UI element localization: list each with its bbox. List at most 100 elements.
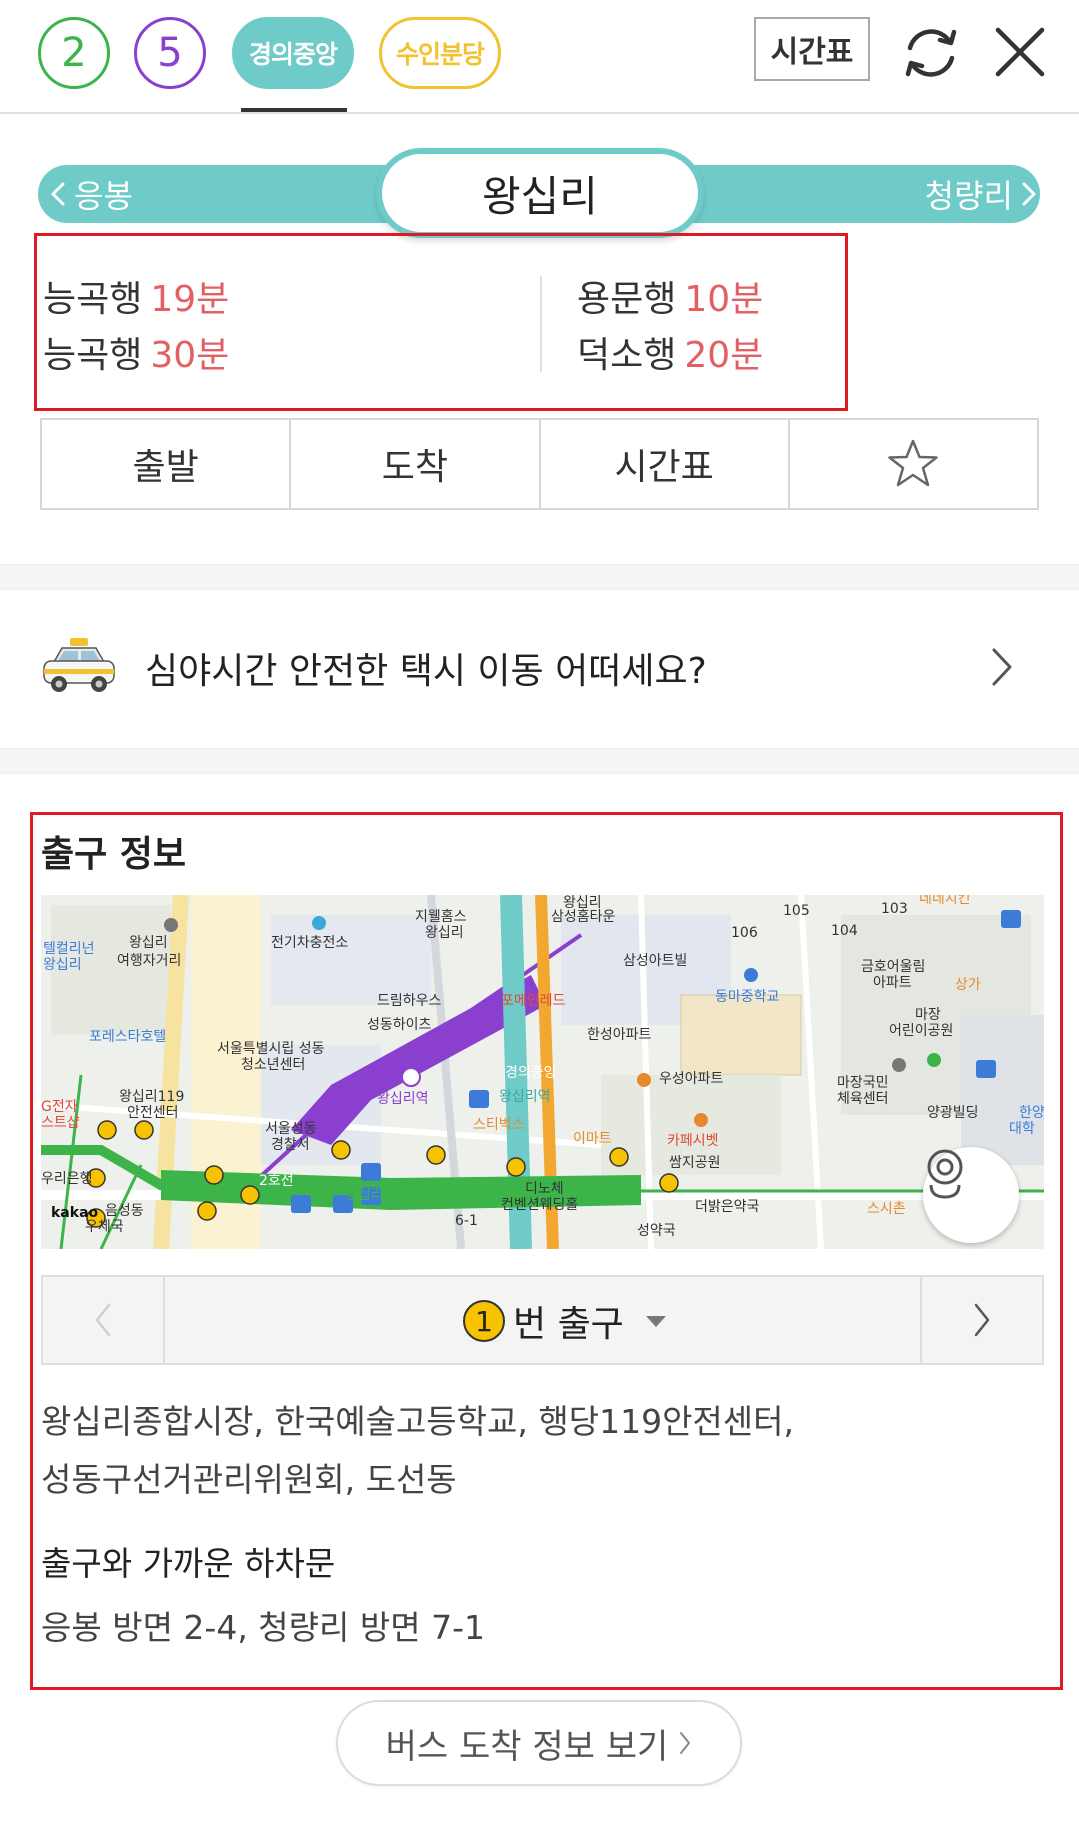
map-label: 드림하우스: [377, 993, 442, 1009]
arrival-info-panel: 능곡행 19분 능곡행 30분 용문행 10분 덕소행 20분: [34, 233, 848, 411]
set-arrival-button[interactable]: 도착: [291, 420, 541, 508]
arrival-row: 능곡행 19분: [43, 272, 229, 328]
map-label: 우리은행: [41, 1171, 93, 1187]
arrivals-upbound: 능곡행 19분 능곡행 30분: [43, 272, 229, 384]
star-icon: [888, 439, 939, 487]
exit-label: 번 출구: [513, 1304, 624, 1345]
map-label: 지웰홈스: [415, 909, 467, 925]
map-label: 경찰서: [271, 1137, 310, 1153]
map-label: 105: [783, 903, 810, 919]
map-label: 더밝은약국: [695, 1199, 760, 1215]
nearest-door-info: 응봉 방면 2-4, 청량리 방면 7-1: [41, 1608, 485, 1647]
exit-number-badge: 1: [463, 1300, 505, 1342]
map-label: 포레스타호텔: [89, 1029, 167, 1045]
map-label: 체육센터: [837, 1091, 889, 1107]
map-label: 왕십리119: [119, 1089, 185, 1105]
map-label: 텔컬리넌: [43, 941, 95, 957]
exit-map[interactable]: 왕십리 삼성홈타운 지웰홈스 왕십리 전기차충전소 왕십리 여행자거리 텔컬리넌…: [41, 895, 1044, 1249]
map-label: 한성아파트: [587, 1027, 652, 1043]
prev-station-label: 응봉: [74, 177, 133, 215]
map-label: 어린이공원: [889, 1023, 954, 1039]
exit-dropdown[interactable]: 1 번 출구: [463, 1299, 666, 1345]
prev-exit-button[interactable]: [43, 1277, 165, 1363]
map-label: 왕십리역: [499, 1089, 551, 1105]
exit-selector: 1 번 출구: [41, 1275, 1044, 1365]
map-label: 왕십리: [43, 957, 82, 973]
map-label: 6-1: [455, 1213, 478, 1229]
timetable-tab-button[interactable]: 시간표: [541, 420, 790, 508]
arrival-time: 20분: [684, 335, 764, 376]
exit-info-title: 출구 정보: [41, 834, 187, 875]
map-label: G전자: [41, 1099, 78, 1115]
exit-places-line: 성동구선거관리위원회, 도선동: [41, 1460, 457, 1499]
map-label: 전기차충전소: [271, 935, 349, 951]
map-label: 대학: [1009, 1121, 1035, 1137]
map-label: 네네치킨: [919, 895, 971, 907]
section-divider: [0, 748, 1079, 774]
exit-nearby-places: 왕십리종합시장, 한국예술고등학교, 행당119안전센터, 성동구선거관리위원회…: [41, 1393, 1041, 1509]
map-label: 왕십리역: [377, 1091, 429, 1107]
map-label: 삼성홈타운: [551, 909, 616, 925]
arrival-destination: 능곡행: [43, 279, 143, 320]
map-label: 104: [831, 923, 858, 939]
arrival-time: 19분: [150, 279, 230, 320]
taxi-banner[interactable]: 심야시간 안전한 택시 이동 어떠세요?: [0, 590, 1079, 748]
section-divider: [0, 564, 1079, 590]
map-label: 왕십리역: [345, 1187, 397, 1203]
map-label: 우성아파트: [659, 1071, 724, 1087]
timetable-button[interactable]: 시간표: [754, 17, 870, 81]
active-tab-indicator: [241, 108, 347, 112]
refresh-icon[interactable]: [896, 18, 966, 88]
map-label: 성약국: [637, 1223, 676, 1239]
chevron-right-icon: [974, 1303, 990, 1337]
tab-line-suin-bundang[interactable]: 수인분당: [379, 17, 501, 89]
arrival-divider: [540, 276, 542, 372]
map-label: 청소년센터: [241, 1057, 306, 1073]
next-station-button[interactable]: 청량리: [925, 172, 1037, 216]
set-departure-button[interactable]: 출발: [42, 420, 292, 508]
map-label: 양광빌딩: [927, 1105, 979, 1121]
map-label: 금호어울림: [861, 959, 926, 975]
taxi-banner-text: 심야시간 안전한 택시 이동 어떠세요?: [145, 651, 707, 692]
tab-line-5[interactable]: 5: [134, 17, 206, 89]
chevron-left-icon: [95, 1303, 111, 1337]
map-label: 포메인레드: [501, 993, 566, 1009]
map-label: 삼성아트빌: [623, 953, 688, 969]
arrival-destination: 용문행: [577, 279, 677, 320]
map-label: 쌈지공원: [669, 1155, 721, 1171]
arrival-destination: 능곡행: [43, 335, 143, 376]
map-label: 아파트: [873, 975, 912, 991]
map-label: 왕십리: [129, 935, 168, 951]
map-label: 106: [731, 925, 758, 941]
map-label: 동마중학교: [715, 989, 780, 1005]
map-label: 우체국: [85, 1219, 124, 1235]
subway-exit-icon: [927, 1149, 963, 1199]
map-label: 경의중앙: [505, 1065, 557, 1081]
map-label: 상가: [955, 977, 981, 993]
bus-arrival-label: 버스 도착 정보 보기: [385, 1726, 669, 1767]
exit-info-section: 출구 정보 왕십리 삼성홈타운 지웰홈스 왕십리 전기차충전소 왕십리 여행자거…: [30, 812, 1063, 1690]
map-label: 왕십리: [425, 925, 464, 941]
map-label: 디노체: [525, 1181, 564, 1197]
favorite-button[interactable]: [790, 420, 1037, 508]
nearest-door-title: 출구와 가까운 하차문: [41, 1544, 336, 1583]
next-exit-button[interactable]: [920, 1277, 1042, 1363]
map-label: 이마트: [573, 1131, 612, 1147]
chevron-right-icon: [1022, 182, 1036, 206]
close-icon[interactable]: [990, 22, 1050, 82]
chevron-right-icon: [992, 648, 1012, 686]
arrival-row: 용문행 10분: [577, 272, 763, 328]
station-action-bar: 출발 도착 시간표: [40, 418, 1039, 510]
dropdown-caret-icon: [645, 1315, 666, 1327]
map-locate-button[interactable]: [923, 1147, 1019, 1243]
map-label: 성동하이츠: [367, 1017, 432, 1033]
map-label: 카페시벳: [667, 1133, 719, 1149]
map-label: 스시촌: [867, 1201, 906, 1217]
bus-arrival-info-button[interactable]: 버스 도착 정보 보기: [336, 1700, 742, 1786]
tab-line-2[interactable]: 2: [38, 17, 110, 89]
map-label: 안전센터: [127, 1105, 179, 1121]
tab-line-gyeongui-jungang[interactable]: 경의중앙: [232, 17, 354, 89]
taxi-icon: [43, 638, 115, 692]
map-label: 2호선: [259, 1173, 294, 1189]
prev-station-button[interactable]: 응봉: [50, 172, 133, 216]
